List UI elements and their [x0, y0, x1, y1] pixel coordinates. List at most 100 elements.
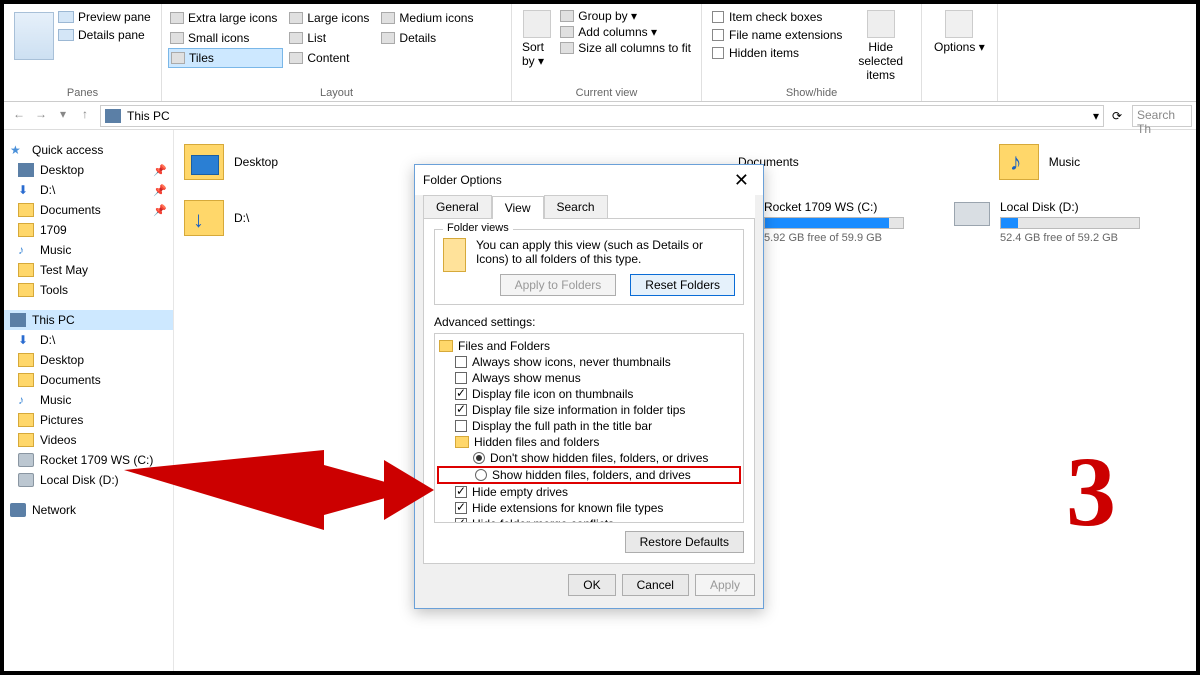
folder-options-dialog: Folder Options ✕ General View Search Fol…	[414, 164, 764, 609]
currentview-group-label: Current view	[518, 85, 695, 99]
pin-icon: 📌	[153, 184, 167, 197]
layout-medium[interactable]: Medium icons	[379, 8, 479, 28]
tree-hide-merge[interactable]: Hide folder merge conflicts	[437, 516, 741, 523]
refresh-button[interactable]: ⟳	[1112, 109, 1128, 123]
tree-hide-empty-drives[interactable]: Hide empty drives	[437, 484, 741, 500]
sidebar-pc-desktop[interactable]: Desktop	[4, 350, 173, 370]
sidebar-nav: ★Quick access Desktop📌 ⬇D:\📌 Documents📌 …	[4, 130, 174, 671]
preview-pane-button[interactable]: Preview pane	[58, 10, 151, 24]
address-box[interactable]: This PC ▾	[100, 105, 1104, 127]
sidebar-item-tools[interactable]: Tools	[4, 280, 173, 300]
sidebar-pc-videos[interactable]: Videos	[4, 430, 173, 450]
folder-music[interactable]: Music	[999, 144, 1080, 180]
folder-icon	[443, 238, 466, 272]
layout-group-label: Layout	[168, 85, 505, 99]
tree-dont-show-hidden[interactable]: Don't show hidden files, folders, or dri…	[437, 450, 741, 466]
panes-group-label: Panes	[10, 85, 155, 99]
disk-icon	[954, 202, 990, 226]
tab-general[interactable]: General	[423, 195, 492, 218]
pin-icon: 📌	[153, 164, 167, 177]
tree-always-menus[interactable]: Always show menus	[437, 370, 741, 386]
tree-display-file-icon[interactable]: Display file icon on thumbnails	[437, 386, 741, 402]
sidebar-quick-access[interactable]: ★Quick access	[4, 140, 173, 160]
ribbon-group-layout: Extra large icons Large icons Medium ico…	[162, 4, 512, 101]
layout-large[interactable]: Large icons	[287, 8, 375, 28]
sidebar-pc-pictures[interactable]: Pictures	[4, 410, 173, 430]
folder-views-legend: Folder views	[443, 222, 513, 234]
annotation-number: 3	[1066, 434, 1116, 549]
item-check-boxes-check[interactable]: Item check boxes	[712, 10, 842, 24]
size-all-columns-button[interactable]: Size all columns to fit	[560, 41, 691, 55]
sidebar-this-pc[interactable]: This PC	[4, 310, 173, 330]
details-pane-label: Details pane	[78, 28, 145, 42]
folder-views-group: Folder views You can apply this view (su…	[434, 229, 744, 305]
ribbon: Preview pane Details pane Panes Extra la…	[4, 4, 1196, 102]
reset-folders-button[interactable]: Reset Folders	[630, 274, 735, 296]
folder-d[interactable]: D:\	[184, 200, 249, 236]
drive-c[interactable]: Rocket 1709 WS (C:) 5.92 GB free of 59.9…	[764, 200, 904, 244]
ribbon-group-options: Options ▾	[922, 4, 998, 101]
hidden-items-check[interactable]: Hidden items	[712, 46, 842, 60]
tab-search[interactable]: Search	[544, 195, 608, 218]
folder-views-text: You can apply this view (such as Details…	[476, 238, 735, 266]
layout-details[interactable]: Details	[379, 28, 479, 48]
navigation-pane-button[interactable]	[14, 12, 54, 60]
cancel-button[interactable]: Cancel	[622, 574, 689, 596]
group-by-button[interactable]: Group by ▾	[560, 9, 691, 23]
advanced-settings-label: Advanced settings:	[434, 315, 744, 329]
tree-display-file-size[interactable]: Display file size information in folder …	[437, 402, 741, 418]
options-button[interactable]: Options ▾	[928, 8, 991, 56]
dialog-title: Folder Options	[423, 173, 728, 187]
tree-always-icons[interactable]: Always show icons, never thumbnails	[437, 354, 741, 370]
apply-to-folders-button[interactable]: Apply to Folders	[500, 274, 617, 296]
layout-tiles[interactable]: Tiles	[168, 48, 283, 68]
ribbon-group-showhide: Item check boxes File name extensions Hi…	[702, 4, 922, 101]
layout-small[interactable]: Small icons	[168, 28, 283, 48]
ribbon-group-currentview: Sort by ▾ Group by ▾ Add columns ▾ Size …	[512, 4, 702, 101]
layout-list[interactable]: List	[287, 28, 375, 48]
forward-button[interactable]: →	[32, 107, 50, 125]
layout-extra-large[interactable]: Extra large icons	[168, 8, 283, 28]
details-pane-button[interactable]: Details pane	[58, 28, 151, 42]
back-button[interactable]: ←	[10, 107, 28, 125]
advanced-settings-tree[interactable]: Files and Folders Always show icons, nev…	[434, 333, 744, 523]
address-bar: ← → ▾ ↑ This PC ▾ ⟳ Search Th	[4, 102, 1196, 130]
sidebar-item-desktop[interactable]: Desktop📌	[4, 160, 173, 180]
drive-d[interactable]: Local Disk (D:) 52.4 GB free of 59.2 GB	[954, 200, 1140, 244]
restore-defaults-button[interactable]: Restore Defaults	[625, 531, 744, 553]
sidebar-item-d[interactable]: ⬇D:\📌	[4, 180, 173, 200]
breadcrumb[interactable]: This PC	[127, 109, 170, 123]
sidebar-pc-music[interactable]: ♪Music	[4, 390, 173, 410]
drive-d-bar	[1000, 217, 1140, 229]
file-ext-check[interactable]: File name extensions	[712, 28, 842, 42]
tree-hide-extensions[interactable]: Hide extensions for known file types	[437, 500, 741, 516]
sidebar-item-documents[interactable]: Documents📌	[4, 200, 173, 220]
apply-button[interactable]: Apply	[695, 574, 755, 596]
annotation-arrow	[124, 450, 434, 553]
preview-pane-label: Preview pane	[78, 10, 151, 24]
tab-view[interactable]: View	[492, 196, 544, 219]
close-icon[interactable]: ✕	[728, 168, 755, 193]
search-input[interactable]: Search Th	[1132, 105, 1192, 127]
sidebar-item-music[interactable]: ♪Music	[4, 240, 173, 260]
showhide-group-label: Show/hide	[708, 85, 915, 99]
sidebar-pc-d[interactable]: ⬇D:\	[4, 330, 173, 350]
pin-icon: 📌	[153, 204, 167, 217]
tree-show-hidden[interactable]: Show hidden files, folders, and drives	[437, 466, 741, 484]
hide-selected-button[interactable]: Hide selected items	[846, 8, 915, 84]
dialog-titlebar[interactable]: Folder Options ✕	[415, 165, 763, 195]
up-button[interactable]: ↑	[76, 107, 94, 125]
recent-button[interactable]: ▾	[54, 107, 72, 125]
ok-button[interactable]: OK	[568, 574, 615, 596]
folder-desktop[interactable]: Desktop	[184, 144, 278, 180]
sidebar-item-1709[interactable]: 1709	[4, 220, 173, 240]
drive-c-bar	[764, 217, 904, 229]
ribbon-group-panes: Preview pane Details pane Panes	[4, 4, 162, 101]
add-columns-button[interactable]: Add columns ▾	[560, 25, 691, 39]
layout-content[interactable]: Content	[287, 48, 375, 68]
tree-full-path[interactable]: Display the full path in the title bar	[437, 418, 741, 434]
sidebar-pc-documents[interactable]: Documents	[4, 370, 173, 390]
tree-root: Files and Folders	[437, 338, 741, 354]
sort-by-button[interactable]: Sort by ▾	[518, 8, 556, 70]
sidebar-item-testmay[interactable]: Test May	[4, 260, 173, 280]
